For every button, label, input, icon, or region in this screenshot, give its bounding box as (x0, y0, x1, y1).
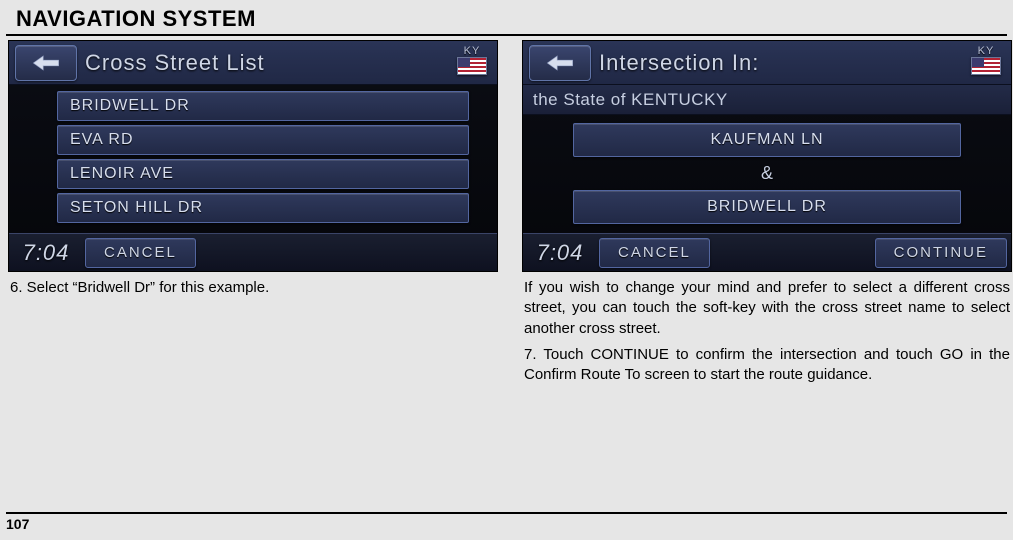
ampersand: & (573, 163, 961, 184)
list-item[interactable]: EVA RD (57, 125, 469, 155)
caption-right: If you wish to change your mind and pref… (522, 272, 1012, 385)
list-item[interactable]: BRIDWELL DR (57, 91, 469, 121)
screen-footer: 7:04 CANCEL (9, 233, 497, 271)
content-columns: Cross Street List KY BRIDWELL DR EVA RD … (0, 36, 1013, 391)
arrow-left-icon (546, 54, 574, 72)
cancel-button[interactable]: CANCEL (599, 238, 710, 268)
header-title: Intersection In: (599, 50, 759, 76)
page-number: 107 (6, 516, 29, 532)
arrow-left-icon (32, 54, 60, 72)
nav-screen-intersection: Intersection In: KY the State of KENTUCK… (522, 40, 1012, 272)
region-indicator: KY (457, 45, 487, 75)
page-title: NAVIGATION SYSTEM (6, 0, 1007, 36)
us-flag-icon (971, 57, 1001, 75)
street-list: BRIDWELL DR EVA RD LENOIR AVE SETON HILL… (9, 85, 497, 233)
header-title: Cross Street List (85, 50, 265, 76)
intersection-body: KAUFMAN LN & BRIDWELL DR (523, 115, 1011, 233)
right-column: Intersection In: KY the State of KENTUCK… (522, 40, 1012, 391)
back-button[interactable] (15, 45, 77, 81)
caption-text: If you wish to change your mind and pref… (524, 278, 1010, 339)
nav-screen-cross-street: Cross Street List KY BRIDWELL DR EVA RD … (8, 40, 498, 272)
screen-footer: 7:04 CANCEL CONTINUE (523, 233, 1011, 271)
list-item[interactable]: SETON HILL DR (57, 193, 469, 223)
state-abbr: KY (971, 45, 1001, 57)
list-item[interactable]: LENOIR AVE (57, 159, 469, 189)
street-2-button[interactable]: BRIDWELL DR (573, 190, 961, 224)
screen-header: Cross Street List KY (9, 41, 497, 85)
clock: 7:04 (13, 240, 79, 266)
subheader: the State of KENTUCKY (523, 85, 1011, 115)
continue-button[interactable]: CONTINUE (875, 238, 1007, 268)
caption-text: 7. Touch CONTINUE to confirm the interse… (524, 345, 1010, 386)
caption-text: 6. Select “Bridwell Dr” for this example… (10, 278, 496, 298)
clock: 7:04 (527, 240, 593, 266)
region-indicator: KY (971, 45, 1001, 75)
page-footer: 107 (6, 512, 1007, 532)
cancel-button[interactable]: CANCEL (85, 238, 196, 268)
screen-header: Intersection In: KY (523, 41, 1011, 85)
caption-left: 6. Select “Bridwell Dr” for this example… (8, 272, 498, 298)
us-flag-icon (457, 57, 487, 75)
back-button[interactable] (529, 45, 591, 81)
left-column: Cross Street List KY BRIDWELL DR EVA RD … (8, 40, 498, 391)
state-abbr: KY (457, 45, 487, 57)
street-1-button[interactable]: KAUFMAN LN (573, 123, 961, 157)
